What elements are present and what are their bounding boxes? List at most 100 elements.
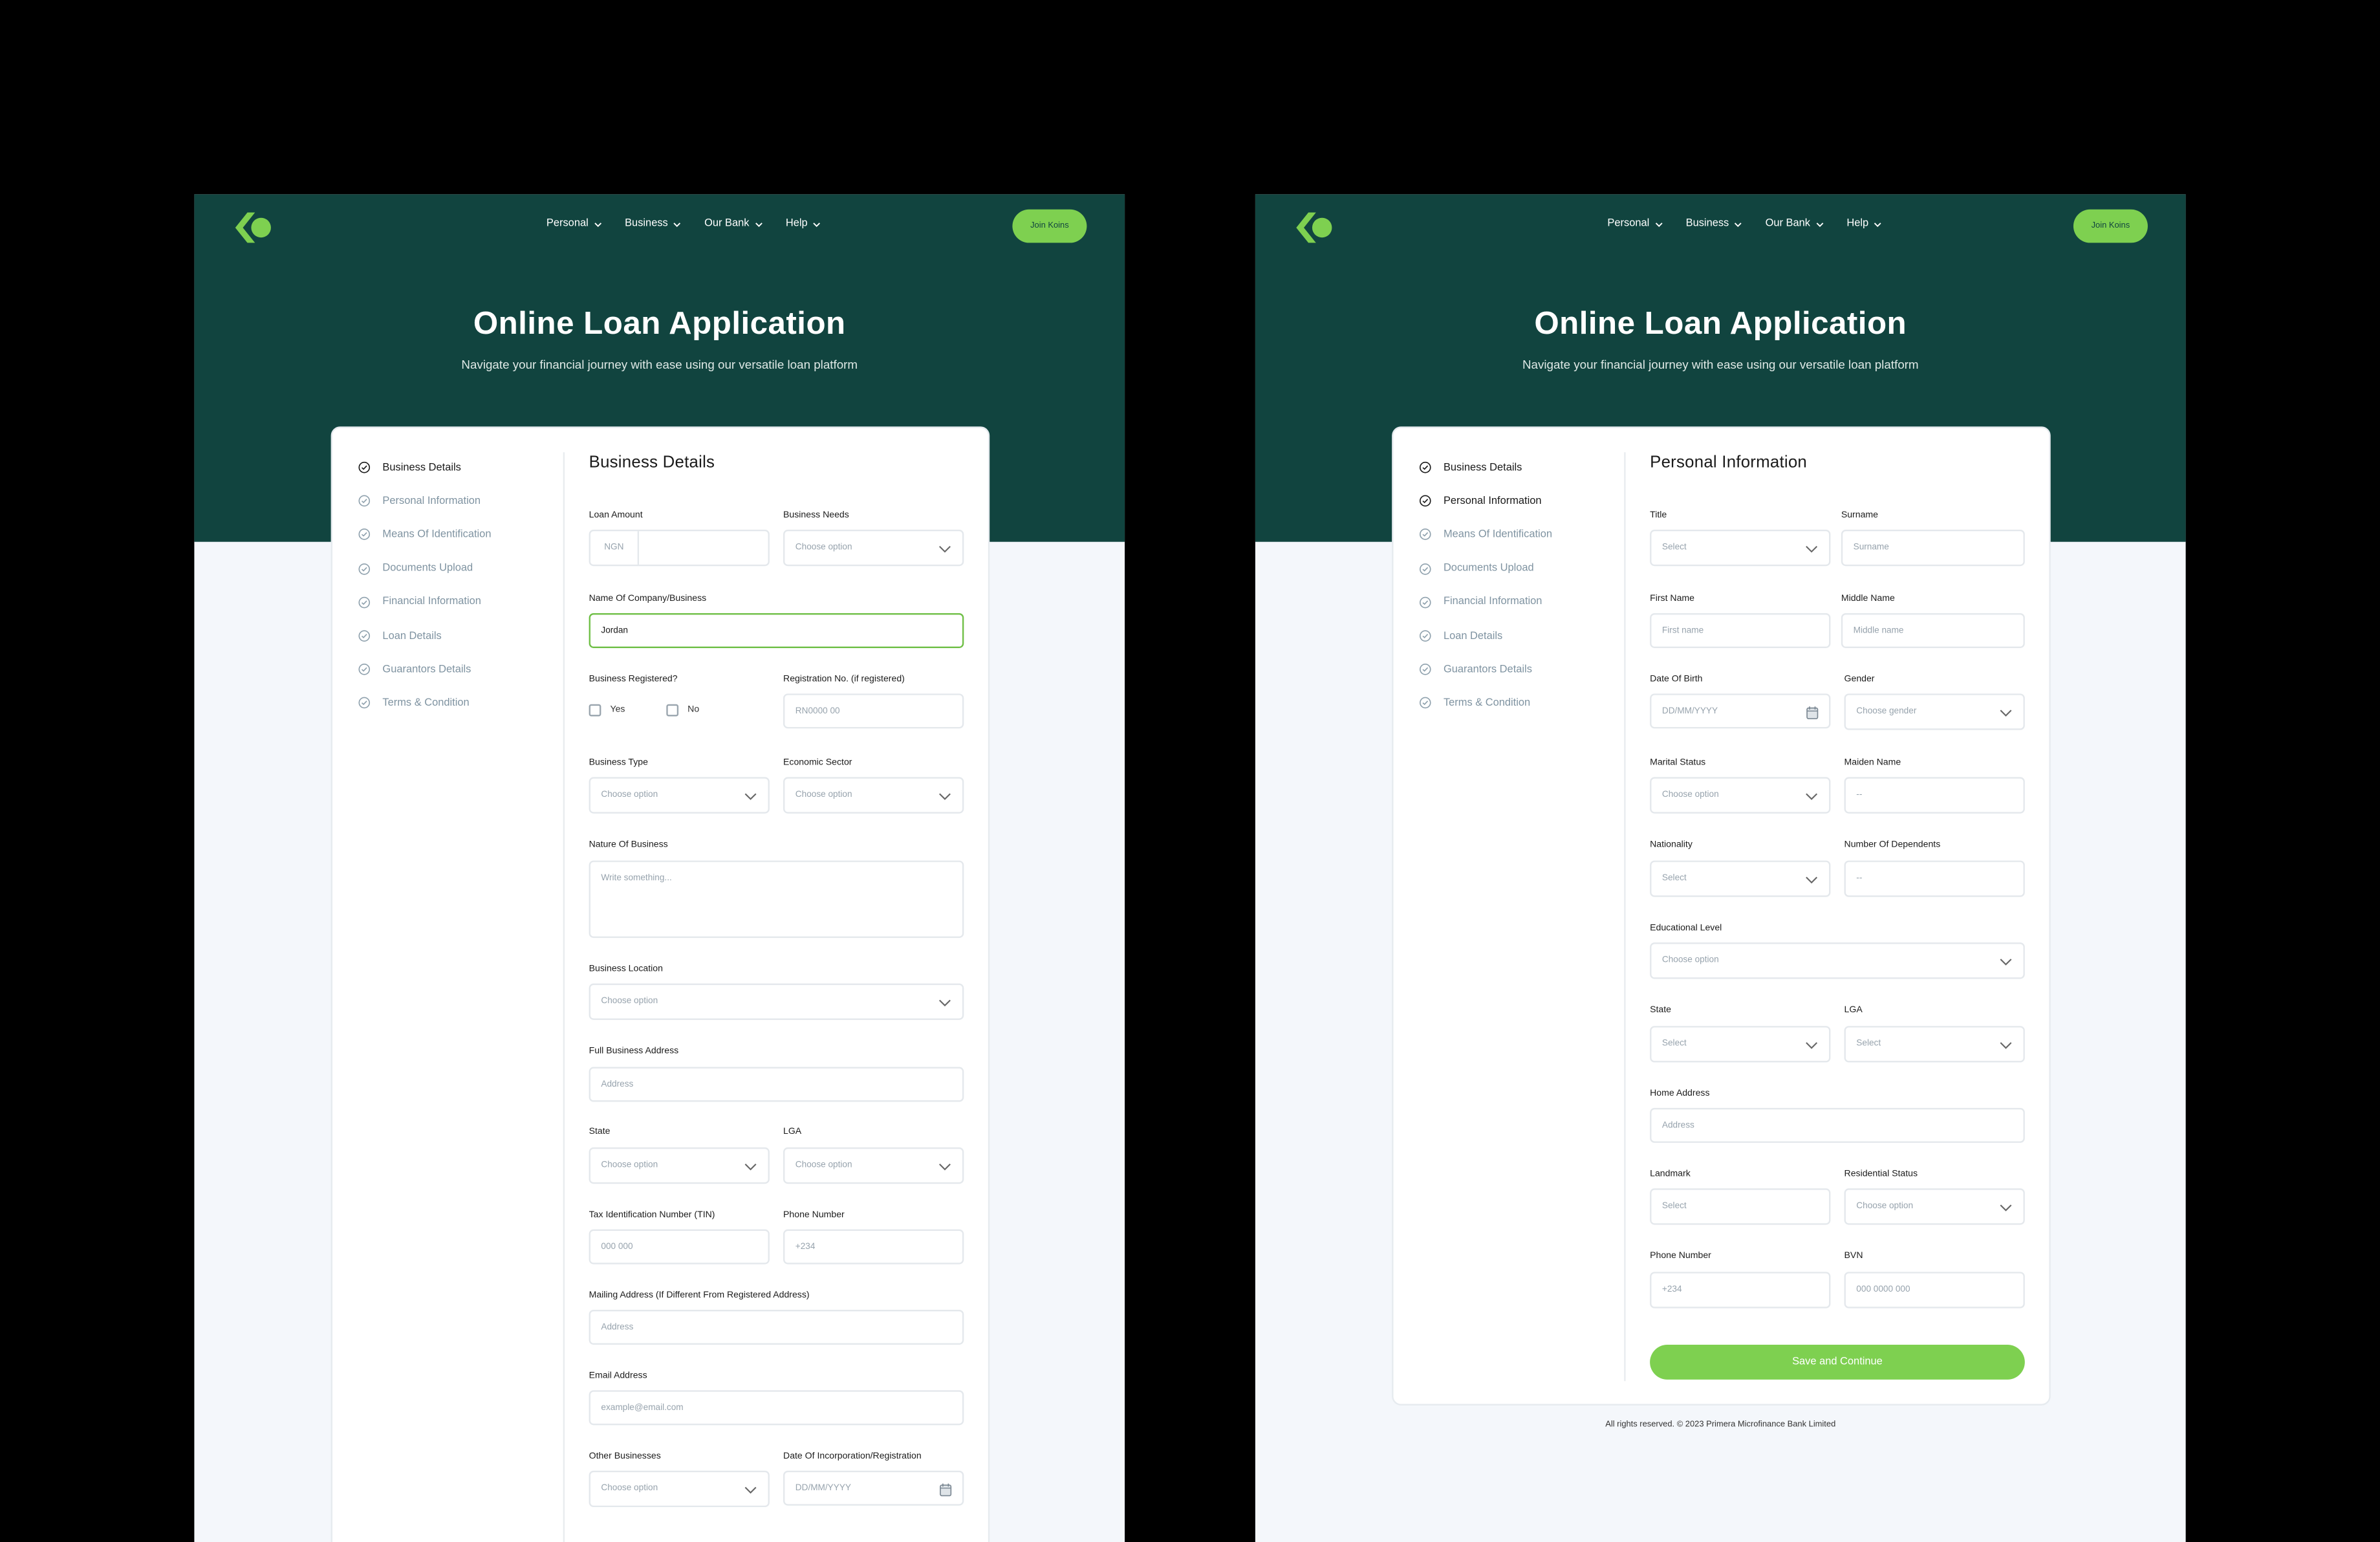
email-input[interactable]: example@email.com <box>589 1390 964 1426</box>
dependents-input[interactable]: -- <box>1844 860 2025 897</box>
step-personal-information[interactable]: Personal Information <box>358 484 492 518</box>
education-select[interactable]: Choose option <box>1650 942 2025 979</box>
step-business-details[interactable]: Business Details <box>358 451 492 484</box>
chevron-down-icon <box>1874 222 1881 226</box>
step-personal-information[interactable]: Personal Information <box>1419 484 1552 518</box>
chevron-down-icon <box>2000 710 2012 717</box>
nationality-select[interactable]: Select <box>1650 860 1831 897</box>
dob-input[interactable]: DD/MM/YYYY <box>1650 693 1831 729</box>
economic-sector-select[interactable]: Choose option <box>783 777 964 814</box>
nav-business[interactable]: Business <box>625 219 682 229</box>
step-terms-condition[interactable]: Terms & Condition <box>1419 686 1552 720</box>
registration-no-input[interactable]: RN0000 00 <box>783 693 964 729</box>
input-placeholder: DD/MM/YYYY <box>795 1483 851 1493</box>
checkbox-label: Yes <box>610 706 625 715</box>
marital-status-select[interactable]: Choose option <box>1650 777 1831 814</box>
join-button[interactable]: Join Koins <box>1012 209 1087 243</box>
surname-input[interactable]: Surname <box>1841 529 2025 567</box>
incorporation-date-input[interactable]: DD/MM/YYYY <box>783 1470 964 1506</box>
home-address-input[interactable]: Address <box>1650 1107 2025 1143</box>
card-divider <box>1624 452 1626 1382</box>
nav-our-bank[interactable]: Our Bank <box>1766 219 1824 229</box>
nav-business[interactable]: Business <box>1686 219 1743 229</box>
state-select[interactable]: Select <box>1650 1026 1831 1063</box>
calendar-icon[interactable] <box>1806 706 1819 719</box>
checkbox-box <box>666 704 679 717</box>
nav-label: Help <box>1846 218 1869 230</box>
input-value: Jordan <box>601 625 629 635</box>
step-financial-information[interactable]: Financial Information <box>1419 585 1552 619</box>
input-placeholder: 000 0000 000 <box>1856 1285 1910 1295</box>
state-select[interactable]: Choose option <box>589 1147 770 1184</box>
calendar-icon[interactable] <box>940 1482 952 1497</box>
save-and-continue-button[interactable]: Save and Continue <box>1650 1344 2025 1380</box>
mailing-address-input[interactable]: Address <box>589 1309 964 1345</box>
company-name-label: Name Of Company/Business <box>589 594 707 604</box>
step-loan-details[interactable]: Loan Details <box>358 619 492 653</box>
select-placeholder: Select <box>1856 1039 1881 1049</box>
step-terms-condition[interactable]: Terms & Condition <box>358 686 492 720</box>
nav-personal[interactable]: Personal <box>1607 219 1663 229</box>
maiden-name-input[interactable]: -- <box>1844 777 2025 814</box>
join-button[interactable]: Join Koins <box>2073 209 2148 243</box>
registration-no-label: Registration No. (if registered) <box>783 675 905 685</box>
koins-logo[interactable] <box>231 210 276 246</box>
registered-yes-checkbox[interactable]: Yes <box>589 704 625 717</box>
phone-input[interactable]: +234 <box>1650 1272 1831 1309</box>
step-guarantors-details[interactable]: Guarantors Details <box>1419 653 1552 686</box>
business-location-select[interactable]: Choose option <box>589 983 964 1020</box>
select-placeholder: Choose option <box>601 1161 658 1171</box>
step-means-of-identification[interactable]: Means Of Identification <box>358 518 491 552</box>
chevron-down-icon <box>744 1163 757 1171</box>
phone-input[interactable]: +234 <box>783 1229 964 1265</box>
lga-select[interactable]: Choose option <box>783 1147 964 1184</box>
check-circle-icon <box>1419 630 1431 642</box>
gender-select[interactable]: Choose gender <box>1844 693 2025 730</box>
state-label: State <box>589 1127 611 1137</box>
tin-input[interactable]: 000 000 <box>589 1229 770 1265</box>
registered-no-checkbox[interactable]: No <box>666 704 699 717</box>
bvn-input[interactable]: 000 0000 000 <box>1844 1272 2025 1309</box>
step-documents-upload[interactable]: Documents Upload <box>358 552 492 585</box>
footer-copyright: All rights reserved. © 2023 Primera Micr… <box>1605 1420 1836 1430</box>
input-placeholder: RN0000 00 <box>795 706 840 716</box>
select-placeholder: Choose option <box>1661 790 1719 800</box>
step-label: Documents Upload <box>382 563 473 574</box>
loan-amount-input[interactable]: NGN <box>589 529 770 567</box>
middle-name-input[interactable]: Middle name <box>1841 613 2025 648</box>
lga-select[interactable]: Select <box>1844 1026 2025 1063</box>
koins-logo[interactable] <box>1292 210 1337 246</box>
step-label: Personal Information <box>1443 495 1542 507</box>
nav-our-bank[interactable]: Our Bank <box>704 219 763 229</box>
residential-status-select[interactable]: Choose option <box>1844 1188 2025 1225</box>
loan-amount-label: Loan Amount <box>589 511 643 521</box>
step-loan-details[interactable]: Loan Details <box>1419 619 1552 653</box>
check-circle-icon <box>1419 664 1431 676</box>
nature-of-business-textarea[interactable]: Write something... <box>589 860 964 939</box>
landmark-input[interactable]: Select <box>1650 1188 1831 1225</box>
step-guarantors-details[interactable]: Guarantors Details <box>358 653 492 686</box>
step-means-of-identification[interactable]: Means Of Identification <box>1419 518 1552 552</box>
chevron-down-icon <box>755 222 762 226</box>
full-address-input[interactable]: Address <box>589 1067 964 1102</box>
input-placeholder: Surname <box>1853 543 1889 553</box>
company-name-input[interactable]: Jordan <box>589 613 964 648</box>
gender-label: Gender <box>1844 675 1875 685</box>
middle-name-label: Middle Name <box>1841 594 1895 604</box>
nav-label: Personal <box>546 218 589 230</box>
business-needs-select[interactable]: Choose option <box>783 529 964 567</box>
step-business-details[interactable]: Business Details <box>1419 451 1552 484</box>
step-financial-information[interactable]: Financial Information <box>358 585 492 619</box>
nav-help[interactable]: Help <box>1846 219 1882 229</box>
nav-personal[interactable]: Personal <box>546 219 602 229</box>
nav-help[interactable]: Help <box>786 219 821 229</box>
first-name-input[interactable]: First name <box>1650 613 1831 648</box>
title-select[interactable]: Select <box>1650 529 1831 567</box>
other-businesses-select[interactable]: Choose option <box>589 1470 770 1508</box>
input-placeholder: +234 <box>795 1242 816 1252</box>
step-label: Loan Details <box>382 631 442 642</box>
business-type-select[interactable]: Choose option <box>589 777 770 814</box>
step-documents-upload[interactable]: Documents Upload <box>1419 552 1552 585</box>
state-label: State <box>1650 1006 1672 1015</box>
check-circle-icon <box>358 664 371 676</box>
